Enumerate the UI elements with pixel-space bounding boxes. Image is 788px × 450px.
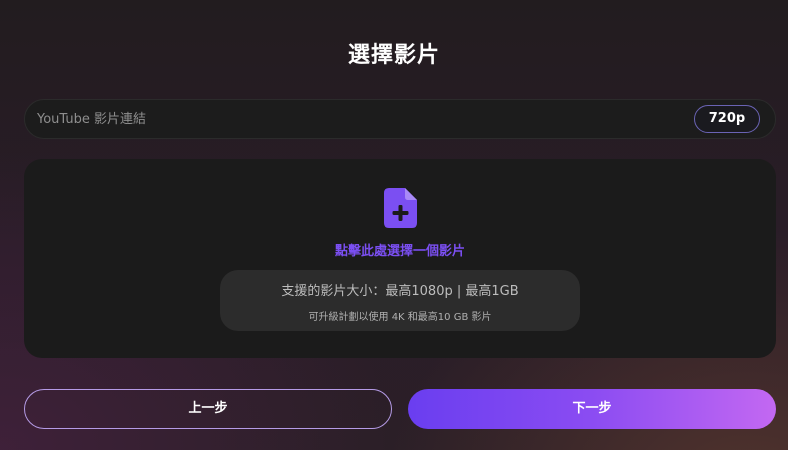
youtube-url-input[interactable] — [37, 100, 677, 138]
upload-drop-zone[interactable]: 點擊此處選擇一個影片 支援的影片大小：最高1080p | 最高1GB 可升級計劃… — [24, 159, 776, 358]
upgrade-plan-text: 可升級計劃以使用 4K 和最高10 GB 影片 — [308, 312, 492, 323]
previous-step-button[interactable]: 上一步 — [24, 389, 392, 429]
supported-size-text: 支援的影片大小：最高1080p | 最高1GB — [281, 284, 519, 299]
quality-selector[interactable]: 720p — [694, 105, 760, 133]
url-bar: 720p — [24, 99, 776, 139]
upload-info-box: 支援的影片大小：最高1080p | 最高1GB 可升級計劃以使用 4K 和最高1… — [220, 270, 580, 331]
next-step-button[interactable]: 下一步 — [408, 389, 776, 429]
select-video-link[interactable]: 點擊此處選擇一個影片 — [24, 240, 776, 259]
file-add-icon — [384, 188, 417, 228]
page-title: 選擇影片 — [347, 43, 440, 68]
